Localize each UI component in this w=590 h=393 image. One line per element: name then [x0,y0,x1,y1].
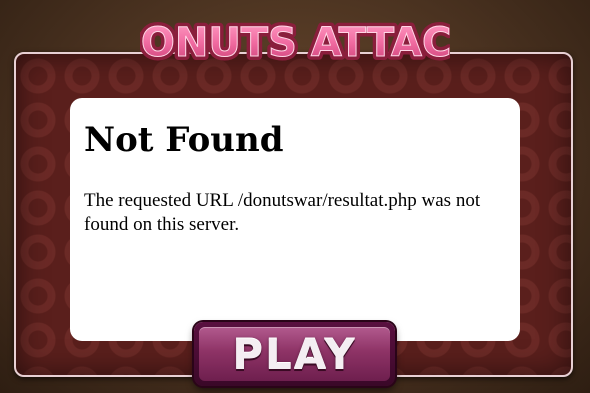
error-heading: Not Found [84,120,284,160]
game-screen: DONUTS ATTACK DONUTS ATTACK Not Found Th… [0,0,590,393]
logo-text: DONUTS ATTACK [140,20,450,66]
error-panel: Not Found The requested URL /donutswar/r… [70,98,520,341]
play-button[interactable]: PLAY [194,322,395,386]
play-button-label: PLAY [232,329,357,379]
game-logo: DONUTS ATTACK DONUTS ATTACK [140,4,450,74]
donut-logo-icon: DONUTS ATTACK DONUTS ATTACK [140,16,450,70]
error-message: The requested URL /donutswar/resultat.ph… [84,190,481,236]
